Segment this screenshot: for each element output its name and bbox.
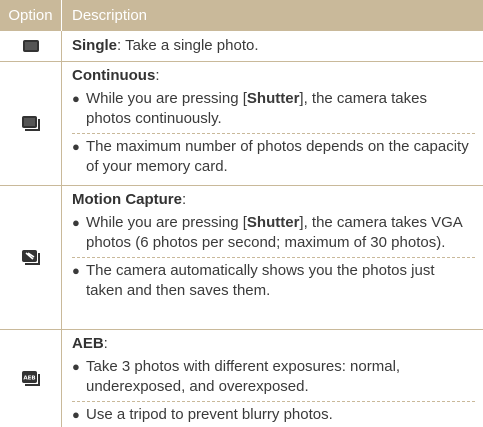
motion-capture-icon — [21, 249, 41, 267]
list-item: ● While you are pressing [Shutter], the … — [72, 214, 462, 251]
option-suffix: : — [103, 335, 108, 352]
table-row: AEB AEB: ● Take 3 photos with different … — [0, 330, 483, 427]
table-header: Option Description — [0, 0, 483, 31]
option-name: Single — [72, 37, 118, 54]
table-row: Motion Capture: ● While you are pressing… — [0, 186, 483, 330]
option-name: Motion Capture — [72, 191, 182, 208]
continuous-shot-icon — [21, 115, 41, 133]
options-table: Option Description Single: Take a single… — [0, 0, 483, 427]
bullet-text: Use a tripod to prevent blurry photos. — [86, 406, 333, 423]
table-row: Continuous: ● While you are pressing [Sh… — [0, 62, 483, 186]
bullet-text: The maximum number of photos depends on … — [86, 138, 469, 175]
svg-text:AEB: AEB — [23, 375, 35, 381]
bullet-text: While you are pressing [ — [86, 214, 247, 231]
list-item: ● The maximum number of photos depends o… — [72, 137, 475, 177]
option-name: Continuous — [72, 67, 156, 84]
icon-cell — [0, 31, 62, 61]
description-cell: Single: Take a single photo. — [62, 31, 483, 61]
single-shot-icon — [22, 39, 40, 53]
option-suffix: : — [155, 67, 160, 84]
divider — [72, 133, 475, 134]
divider — [72, 257, 475, 258]
bullet-text: Take 3 photos with different exposures: … — [86, 358, 401, 395]
shutter-label: Shutter — [246, 90, 300, 107]
icon-cell — [0, 186, 62, 329]
description-cell: AEB: ● Take 3 photos with different expo… — [62, 330, 483, 427]
table-row: Single: Take a single photo. — [0, 31, 483, 62]
option-suffix: : — [182, 191, 187, 208]
option-suffix: : Take a single photo. — [117, 37, 259, 54]
option-name: AEB — [72, 335, 104, 352]
list-item: ● Take 3 photos with different exposures… — [72, 357, 475, 397]
divider — [72, 401, 475, 402]
bullet-text: The camera automatically shows you the p… — [86, 262, 435, 299]
list-item: ● The camera automatically shows you the… — [72, 261, 475, 301]
description-cell: Continuous: ● While you are pressing [Sh… — [62, 62, 483, 185]
list-item: ● While you are pressing [Shutter], the … — [72, 90, 427, 127]
header-description: Description — [72, 7, 148, 24]
icon-cell — [0, 62, 62, 185]
bullet-text: While you are pressing [ — [86, 90, 247, 107]
shutter-label: Shutter — [246, 214, 300, 231]
icon-cell: AEB — [0, 330, 62, 427]
list-item: ● Use a tripod to prevent blurry photos. — [72, 405, 475, 425]
description-cell: Motion Capture: ● While you are pressing… — [62, 186, 483, 329]
header-option: Option — [0, 0, 62, 31]
aeb-icon: AEB — [21, 370, 41, 388]
